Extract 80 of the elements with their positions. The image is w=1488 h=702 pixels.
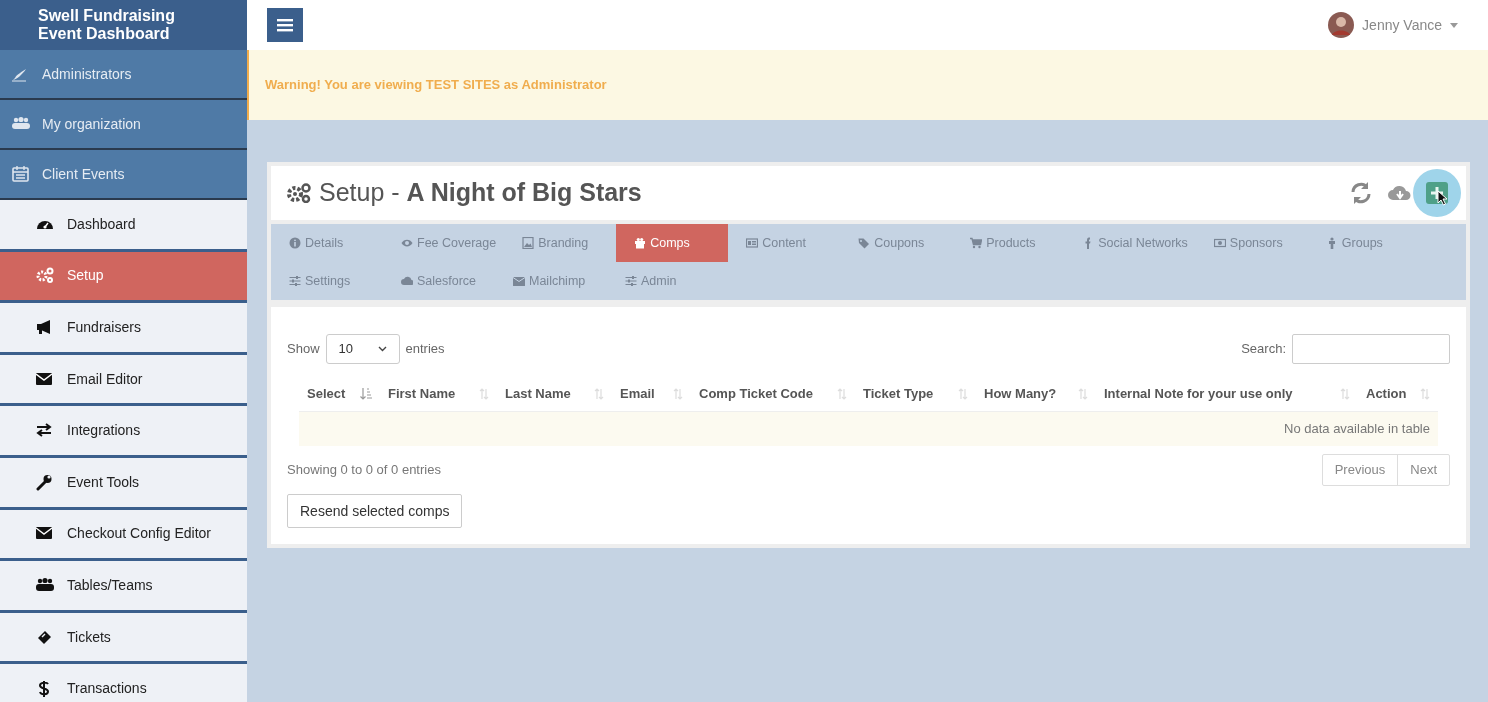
search-field[interactable] (1292, 334, 1450, 364)
money-icon (1213, 237, 1226, 249)
sidebar-section[interactable]: My organization (0, 100, 247, 150)
user-name: Jenny Vance (1362, 15, 1442, 35)
sidebar-section[interactable]: Client Events (0, 150, 247, 200)
info-icon (289, 237, 301, 249)
table-info: Showing 0 to 0 of 0 entries (287, 461, 441, 480)
column-header[interactable]: Action (1358, 383, 1438, 404)
pagination-button[interactable]: Previous (1322, 455, 1398, 485)
gift-icon (634, 237, 647, 249)
column-header[interactable]: Internal Note for your use only (1096, 383, 1358, 404)
eye-icon (401, 237, 413, 249)
cart-icon (970, 237, 983, 249)
column-header[interactable]: How Many? (976, 383, 1096, 404)
sort-icon (837, 387, 847, 400)
caret-icon (1450, 22, 1458, 28)
tab[interactable]: Admin (607, 262, 719, 300)
cloud-icon (401, 275, 413, 287)
envelope-icon (36, 370, 54, 388)
refresh-icon (1349, 181, 1373, 205)
sliders-icon (625, 275, 637, 287)
sort-icon (1420, 387, 1430, 400)
tab[interactable]: Comps (616, 224, 729, 262)
tab[interactable]: Branding (504, 224, 617, 262)
sort-icon (958, 387, 968, 400)
tab[interactable]: Coupons (840, 224, 953, 262)
sidebar-item[interactable]: Setup (0, 251, 247, 304)
tab[interactable]: Mailchimp (495, 262, 607, 300)
gears-icon (287, 183, 311, 203)
entries-label: entries (405, 340, 445, 359)
column-header[interactable]: Ticket Type (855, 383, 976, 404)
column-header[interactable]: Email (612, 383, 691, 404)
brand-title: Swell Fundraising (38, 7, 176, 25)
sort-icon (673, 387, 683, 400)
users-icon (12, 116, 30, 132)
chevron-icon (377, 346, 387, 352)
menu-icon (277, 18, 293, 32)
envelope-icon (513, 275, 525, 287)
brand-title: Event Dashboard (38, 25, 171, 43)
arrows-icon (36, 422, 54, 440)
page-length-select[interactable]: 10 (325, 334, 400, 364)
calendar-icon (12, 166, 30, 182)
tab[interactable]: Fee Coverage (383, 224, 505, 262)
wrench-icon (36, 473, 54, 491)
search-label: Search: (1241, 340, 1286, 359)
tags-icon (858, 237, 871, 249)
sidebar-section[interactable]: Administrators (0, 50, 247, 100)
sort-icon (479, 387, 489, 400)
tab[interactable]: Products (952, 224, 1065, 262)
page-title: Setup - A Night of Big Stars (319, 177, 642, 209)
column-header[interactable]: First Name (380, 383, 497, 404)
avatar-icon (1328, 12, 1355, 38)
resend-button[interactable]: Resend selected comps (287, 494, 463, 528)
user-menu[interactable]: Jenny Vance (1328, 12, 1458, 38)
warning-message: Warning! You are viewing TEST SITES as Administrator (265, 76, 607, 95)
cursor-icon (1437, 190, 1448, 206)
column-header[interactable]: Comp Ticket Code (691, 383, 855, 404)
tab[interactable]: Groups (1307, 224, 1420, 262)
menu-button[interactable] (267, 8, 303, 42)
empty-message: No data available in table (1284, 420, 1430, 439)
tab[interactable]: Content (728, 224, 841, 262)
sort-icon (1078, 387, 1088, 400)
sort-icon (594, 387, 604, 400)
gears-icon (36, 267, 54, 285)
column-header[interactable]: Last Name (497, 383, 612, 404)
newspaper-icon (746, 237, 759, 249)
users-icon (36, 576, 54, 594)
tab[interactable]: Salesforce (383, 262, 495, 300)
sliders-icon (289, 275, 301, 287)
tab[interactable]: Settings (271, 262, 383, 300)
tab[interactable]: Social Networks (1064, 224, 1196, 262)
tab[interactable]: Details (271, 224, 383, 262)
image-icon (522, 237, 535, 249)
column-header[interactable]: Select (299, 383, 380, 404)
sort-ascending-icon (360, 387, 372, 400)
pagination-button[interactable]: Next (1397, 455, 1449, 485)
show-label: Show (287, 340, 320, 359)
ticket-icon (36, 628, 54, 646)
tab[interactable]: Sponsors (1195, 224, 1308, 262)
sort-icon (1340, 387, 1350, 400)
